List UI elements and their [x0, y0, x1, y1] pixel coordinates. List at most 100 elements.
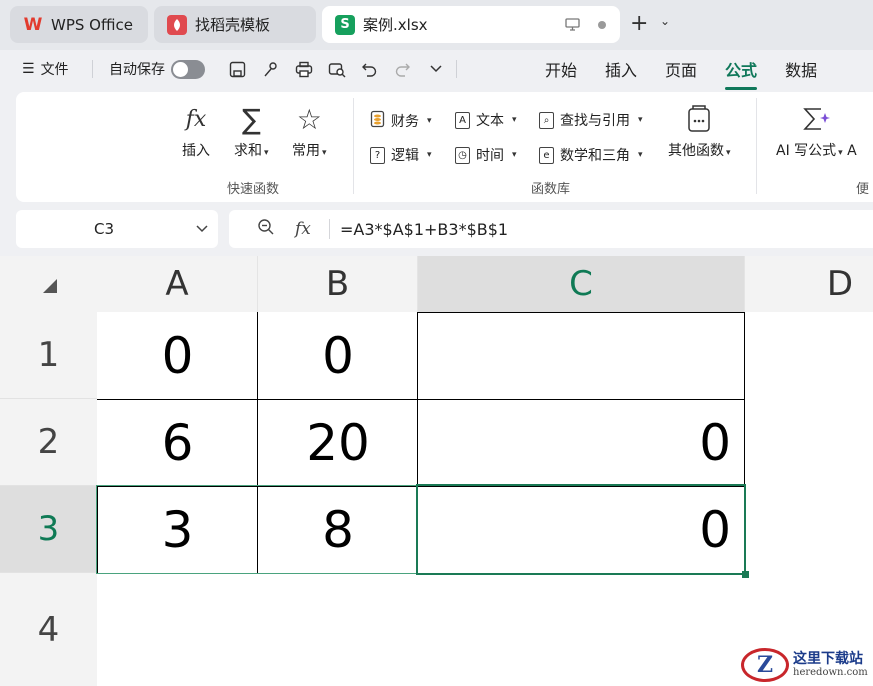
row-header-2[interactable]: 2 [0, 399, 97, 486]
cell-b2[interactable]: 20 [258, 399, 418, 486]
row-highlight [96, 485, 418, 574]
print-icon[interactable] [294, 60, 313, 79]
column-header-c[interactable]: C [418, 256, 745, 312]
other-functions-label: 其他函数 ▾ [668, 143, 731, 159]
time-functions-button[interactable]: ◷ 时间 ▾ [455, 145, 517, 165]
cell-a1[interactable]: 0 [97, 312, 258, 399]
more-chevron-down-icon[interactable] [426, 60, 445, 79]
caret-down-icon: ▾ [322, 148, 327, 158]
divider [92, 60, 93, 78]
autosum-label: 求和 ▾ [234, 143, 269, 159]
chevron-down-icon[interactable]: ⌄ [660, 14, 670, 28]
autosave-label: 自动保存 [109, 62, 165, 78]
autosave-control[interactable]: 自动保存 [109, 59, 205, 79]
quick-access-toolbar [228, 60, 445, 79]
ai-formula-button[interactable]: AI 写公式 ▾ A [776, 104, 857, 160]
caret-down-icon: ▾ [838, 148, 843, 158]
caret-down-icon: ▾ [512, 150, 517, 160]
file-menu-label: 文件 [40, 62, 69, 78]
formula-input[interactable]: =A3*$A$1+B3*$B$1 [340, 220, 508, 239]
cell-c2[interactable]: 0 [418, 399, 745, 486]
tab-home[interactable]: 开始 [545, 57, 577, 81]
quick-functions-group-label: 快速函数 [227, 182, 280, 197]
caret-down-icon: ▾ [264, 148, 269, 158]
tab-active-file[interactable]: S 案例.xlsx [322, 6, 620, 43]
finance-label: 财务 [391, 114, 419, 130]
finance-functions-button[interactable]: 财务 ▾ [370, 110, 432, 132]
sigma-icon: ∑ [241, 102, 261, 136]
math-functions-button[interactable]: e 数学和三角 ▾ [539, 145, 643, 165]
undo-icon[interactable] [360, 60, 379, 79]
save-icon[interactable] [228, 60, 247, 79]
fx-icon: fx [185, 106, 207, 132]
print-preview-icon[interactable] [327, 60, 346, 79]
caret-down-icon: ▾ [726, 148, 731, 158]
text-a-icon: A [455, 111, 470, 129]
docer-logo-icon [167, 14, 187, 35]
formula-bar[interactable]: fx =A3*$A$1+B3*$B$1 [229, 210, 873, 248]
watermark-logo: Z [741, 648, 789, 682]
lookup-functions-button[interactable]: ⌕ 查找与引用 ▾ [539, 110, 643, 130]
cell-b1[interactable]: 0 [258, 312, 418, 399]
common-functions-button[interactable]: ☆ 常用 ▾ [292, 103, 327, 160]
cell-c1[interactable] [418, 312, 745, 399]
tab-page[interactable]: 页面 [665, 57, 697, 81]
row-header-1[interactable]: 1 [0, 312, 97, 399]
column-header-b[interactable]: B [258, 256, 418, 312]
ai-sigma-sparkle-icon [801, 104, 831, 134]
text-label: 文本 [476, 113, 504, 129]
unsaved-dot-icon[interactable] [598, 20, 606, 29]
insert-function-label: 插入 [182, 143, 210, 159]
column-header-a[interactable]: A [97, 256, 258, 312]
finance-icon [370, 110, 385, 132]
caret-down-icon: ▾ [512, 115, 517, 125]
name-box[interactable]: C3 [16, 210, 218, 248]
autosum-button[interactable]: ∑ 求和 ▾ [234, 102, 269, 160]
watermark-domain: heredown.com [793, 667, 868, 679]
other-functions-icon [687, 104, 711, 134]
tab-formulas[interactable]: 公式 [725, 57, 758, 90]
column-header-d[interactable]: D [745, 256, 873, 312]
tab-label: 案例.xlsx [363, 16, 428, 34]
monitor-icon[interactable] [565, 18, 580, 31]
caret-down-icon: ▾ [638, 115, 643, 125]
chevron-down-icon[interactable] [196, 223, 208, 236]
share-icon[interactable] [261, 60, 280, 79]
autosave-toggle[interactable] [171, 59, 205, 79]
fx-icon[interactable]: fx [295, 219, 311, 239]
tab-wps-office[interactable]: W WPS Office [10, 6, 148, 43]
time-label: 时间 [476, 148, 504, 164]
fill-handle[interactable] [742, 571, 749, 578]
tab-data[interactable]: 数据 [785, 57, 817, 81]
tab-template-store[interactable]: 找稻壳模板 [154, 6, 316, 43]
spreadsheet-grid: A B C D 1 2 3 4 0 0 6 20 0 3 8 0 [0, 256, 873, 686]
other-functions-button[interactable]: 其他函数 ▾ [668, 104, 731, 160]
cell-a2[interactable]: 6 [97, 399, 258, 486]
formulas-ribbon: fx 插入 ∑ 求和 ▾ ☆ 常用 ▾ 快速函数 财务 ▾ A 文本 ▾ ⌕ 查找与引用… [16, 92, 873, 202]
redo-icon[interactable] [393, 60, 412, 79]
row-header-3[interactable]: 3 [0, 486, 97, 573]
group-divider [756, 98, 757, 194]
common-functions-label: 常用 ▾ [292, 143, 327, 159]
border-line [418, 312, 745, 313]
wps-logo-icon: W [23, 14, 43, 35]
select-all-corner[interactable] [0, 256, 97, 312]
logic-label: 逻辑 [391, 148, 419, 164]
divider [456, 60, 457, 78]
text-functions-button[interactable]: A 文本 ▾ [455, 110, 517, 130]
file-menu-button[interactable]: ☰ 文件 [22, 59, 69, 79]
lookup-label: 查找与引用 [560, 113, 630, 129]
row-header-4[interactable]: 4 [0, 573, 97, 686]
cell-reference: C3 [94, 220, 115, 238]
logic-functions-button[interactable]: ? 逻辑 ▾ [370, 145, 432, 165]
tab-insert[interactable]: 插入 [605, 57, 637, 81]
zoom-magnifier-icon[interactable] [257, 218, 275, 240]
insert-function-button[interactable]: fx 插入 [182, 104, 210, 160]
new-tab-plus-icon[interactable]: + [630, 13, 648, 35]
site-watermark: Z 这里下载站 heredown.com [741, 648, 868, 682]
tab-label: 找稻壳模板 [195, 16, 271, 34]
active-cell-selection [416, 484, 746, 575]
function-library-group-label: 函数库 [531, 182, 571, 197]
menu-bar: ☰ 文件 自动保存 开始 插入 页面 公式 数据 [0, 50, 873, 90]
group-divider [353, 98, 354, 194]
